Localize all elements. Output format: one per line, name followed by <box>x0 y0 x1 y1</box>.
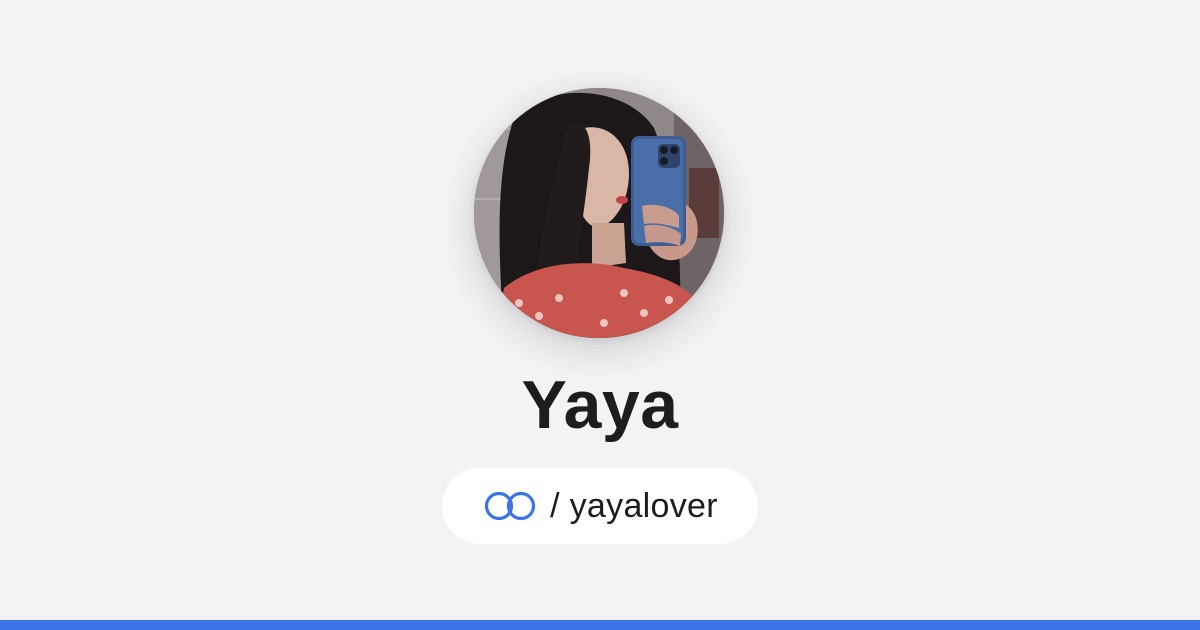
profile-handle: / yayalover <box>550 486 718 525</box>
accent-bar <box>0 620 1200 630</box>
profile-card: Yaya / yayalover <box>0 0 1200 630</box>
profile-handle-link[interactable]: / yayalover <box>442 468 758 544</box>
profile-photo-avatar <box>474 88 724 338</box>
profile-name: Yaya <box>521 367 679 443</box>
link-rings-icon <box>485 491 536 521</box>
